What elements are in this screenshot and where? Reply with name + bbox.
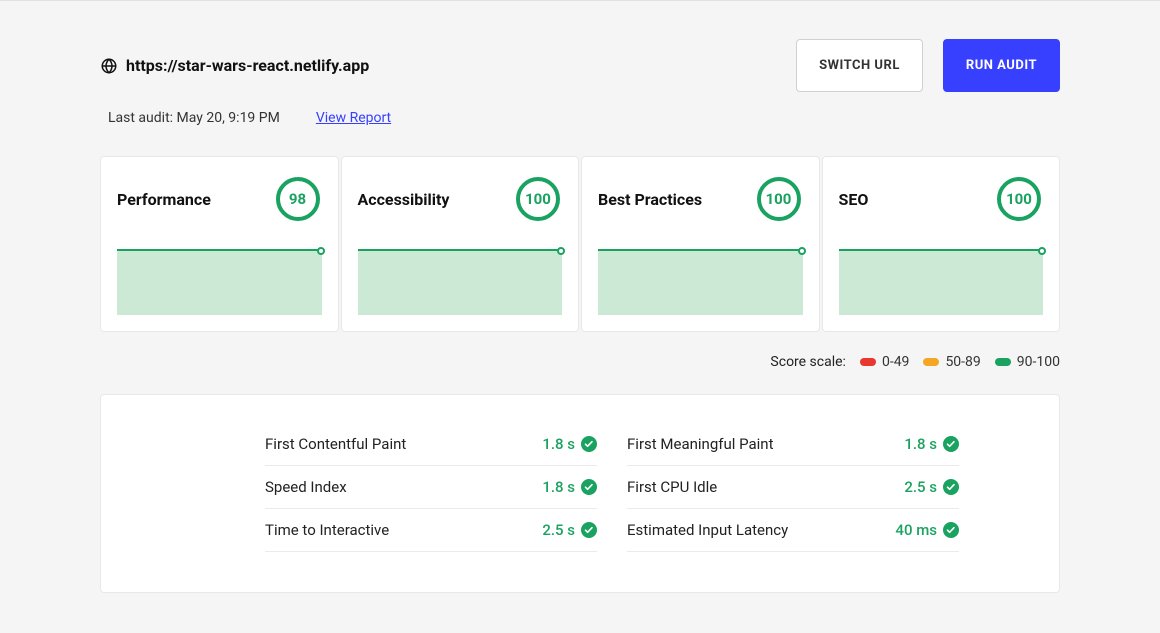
score-sparkline	[839, 249, 1044, 315]
metric-label: Speed Index	[265, 478, 347, 496]
metric-label: First CPU Idle	[627, 478, 717, 496]
score-ring: 100	[995, 175, 1043, 223]
url-group: https://star-wars-react.netlify.app	[100, 56, 369, 75]
metric-label: First Contentful Paint	[265, 435, 406, 453]
metric-value: 2.5 s	[904, 478, 937, 496]
metric-row: First Contentful Paint 1.8 s	[265, 435, 597, 466]
score-card-performance[interactable]: Performance 98	[100, 156, 339, 332]
check-circle-icon	[943, 436, 959, 452]
score-cards-row: Performance 98 Accessibility	[100, 156, 1060, 332]
metric-value: 40 ms	[895, 521, 937, 539]
score-ring: 100	[514, 175, 562, 223]
metric-value: 1.8 s	[904, 435, 937, 453]
spark-dot-icon	[557, 247, 565, 255]
score-card-accessibility[interactable]: Accessibility 100	[341, 156, 580, 332]
scale-range: 0-49	[860, 354, 909, 370]
metric-label: Estimated Input Latency	[627, 521, 788, 539]
score-value: 100	[755, 175, 803, 223]
metrics-panel: First Contentful Paint 1.8 s Speed Index…	[100, 394, 1060, 593]
score-title: Accessibility	[358, 190, 450, 209]
run-audit-button[interactable]: RUN AUDIT	[943, 39, 1060, 92]
spark-dot-icon	[798, 247, 806, 255]
metric-value: 1.8 s	[542, 478, 575, 496]
last-audit-text: Last audit: May 20, 9:19 PM	[108, 110, 280, 126]
metric-value: 2.5 s	[542, 521, 575, 539]
switch-url-button[interactable]: SWITCH URL	[796, 39, 923, 92]
spark-dot-icon	[1038, 247, 1046, 255]
metric-row: Estimated Input Latency 40 ms	[627, 509, 959, 552]
score-sparkline	[117, 249, 322, 315]
score-sparkline	[358, 249, 563, 315]
score-value: 98	[274, 175, 322, 223]
swatch-red-icon	[860, 358, 876, 366]
header-row: https://star-wars-react.netlify.app SWIT…	[100, 39, 1060, 92]
score-card-seo[interactable]: SEO 100	[822, 156, 1061, 332]
metrics-col-right: First Meaningful Paint 1.8 s First CPU I…	[627, 435, 959, 552]
score-value: 100	[514, 175, 562, 223]
scale-label: Score scale:	[770, 354, 846, 370]
score-title: Best Practices	[598, 190, 702, 209]
score-ring: 98	[274, 175, 322, 223]
metric-row: Speed Index 1.8 s	[265, 466, 597, 509]
check-circle-icon	[581, 436, 597, 452]
check-circle-icon	[581, 479, 597, 495]
audited-url: https://star-wars-react.netlify.app	[126, 56, 369, 75]
score-title: Performance	[117, 190, 211, 209]
check-circle-icon	[943, 522, 959, 538]
subheader: Last audit: May 20, 9:19 PM View Report	[100, 110, 1060, 126]
score-scale-legend: Score scale: 0-49 50-89 90-100	[100, 354, 1060, 370]
spark-dot-icon	[317, 247, 325, 255]
score-value: 100	[995, 175, 1043, 223]
metric-row: Time to Interactive 2.5 s	[265, 509, 597, 552]
view-report-link[interactable]: View Report	[316, 110, 391, 126]
globe-icon	[100, 57, 118, 75]
score-title: SEO	[839, 190, 869, 209]
score-ring: 100	[755, 175, 803, 223]
check-circle-icon	[943, 479, 959, 495]
metric-label: Time to Interactive	[265, 521, 389, 539]
metric-row: First Meaningful Paint 1.8 s	[627, 435, 959, 466]
metric-value: 1.8 s	[542, 435, 575, 453]
metric-row: First CPU Idle 2.5 s	[627, 466, 959, 509]
score-sparkline	[598, 249, 803, 315]
score-card-best-practices[interactable]: Best Practices 100	[581, 156, 820, 332]
check-circle-icon	[581, 522, 597, 538]
scale-range: 50-89	[923, 354, 980, 370]
scale-range: 90-100	[995, 354, 1060, 370]
swatch-orange-icon	[923, 358, 939, 366]
swatch-green-icon	[995, 358, 1011, 366]
button-group: SWITCH URL RUN AUDIT	[796, 39, 1060, 92]
metrics-col-left: First Contentful Paint 1.8 s Speed Index…	[265, 435, 597, 552]
metric-label: First Meaningful Paint	[627, 435, 773, 453]
